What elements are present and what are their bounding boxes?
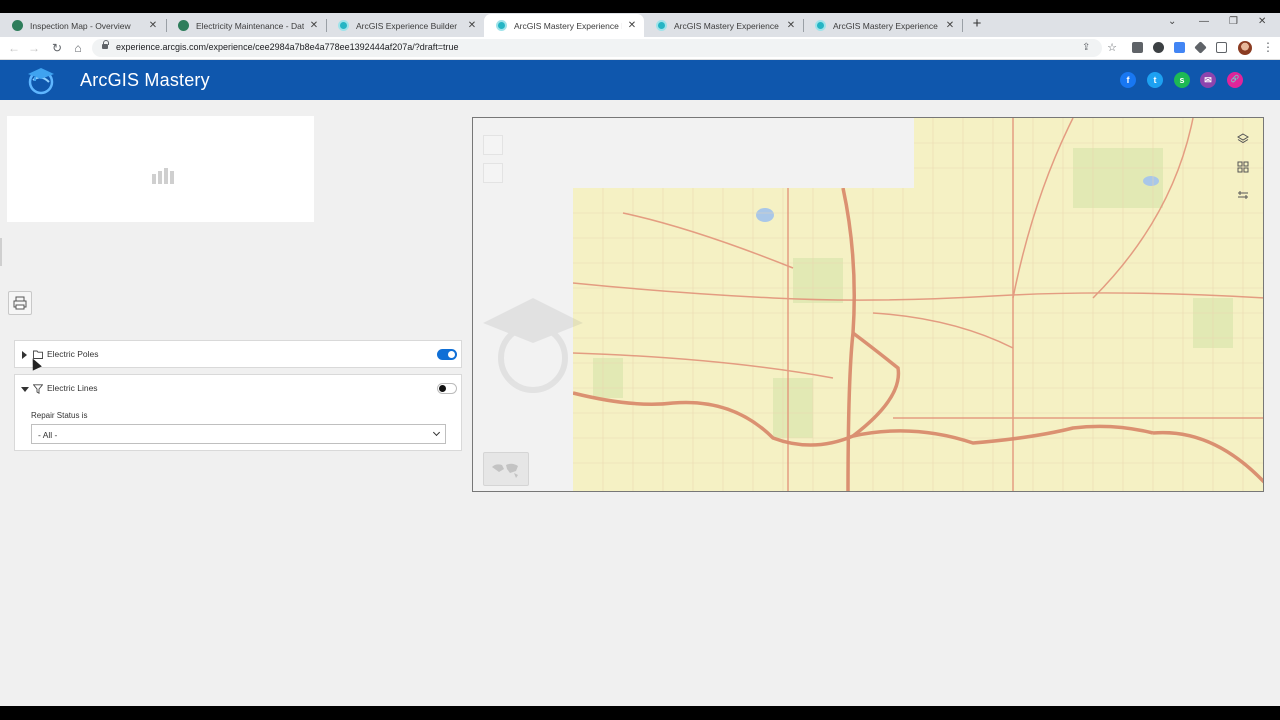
experience-builder-icon: [496, 20, 507, 31]
layer-visibility-toggle[interactable]: [437, 383, 457, 394]
extension-icon[interactable]: [1132, 42, 1143, 53]
chevron-down-icon: [432, 428, 441, 437]
extension-icon[interactable]: [1174, 42, 1185, 53]
url-text: experience.arcgis.com/experience/cee2984…: [116, 42, 459, 52]
facebook-icon[interactable]: f: [1120, 72, 1136, 88]
collapsed-panel-handle[interactable]: [0, 238, 2, 266]
map-widget[interactable]: [472, 117, 1264, 492]
browser-tab-active[interactable]: ArcGIS Mastery Experience Builder ✕: [484, 14, 644, 37]
tab-title: Electricity Maintenance - Data: [196, 20, 304, 31]
browser-tab[interactable]: ArcGIS Mastery Experience Builder ✕: [644, 14, 803, 37]
arcgis-mastery-logo: [28, 68, 54, 95]
printer-icon: [13, 296, 27, 310]
new-tab-button[interactable]: +: [970, 15, 984, 33]
media-icon[interactable]: [1216, 42, 1227, 53]
expand-arrow-icon[interactable]: [22, 351, 27, 359]
browser-tab[interactable]: ArcGIS Experience Builder ✕: [326, 14, 484, 37]
share-icon[interactable]: ⇪: [1082, 42, 1090, 53]
menu-icon[interactable]: ⋮: [1262, 40, 1274, 54]
profile-avatar[interactable]: [1238, 41, 1252, 55]
filter-icon: [33, 384, 43, 394]
repair-status-select[interactable]: - All -: [31, 424, 446, 444]
address-bar[interactable]: experience.arcgis.com/experience/cee2984…: [92, 39, 1102, 57]
close-icon[interactable]: ✕: [466, 20, 478, 31]
street-map[interactable]: [473, 118, 1264, 492]
app-title: ArcGIS Mastery: [80, 70, 210, 90]
lock-icon: [102, 40, 109, 51]
twitter-icon[interactable]: t: [1147, 72, 1163, 88]
close-icon[interactable]: ✕: [308, 20, 320, 31]
legend-icon[interactable]: [1233, 157, 1253, 177]
browser-tab[interactable]: Inspection Map - Overview ✕: [0, 14, 165, 37]
close-icon[interactable]: ✕: [147, 20, 159, 31]
screen-bottom-bar: [0, 706, 1280, 720]
zoom-in-button[interactable]: [483, 135, 503, 155]
reload-icon[interactable]: ↻: [49, 40, 65, 56]
restore-icon[interactable]: ❐: [1229, 16, 1238, 27]
basemap-gallery-button[interactable]: [483, 452, 529, 486]
experience-builder-icon: [656, 20, 667, 31]
tab-title: ArcGIS Mastery Experience Builder: [674, 20, 781, 31]
globe-icon: [178, 20, 189, 31]
minimize-icon[interactable]: —: [1199, 16, 1209, 27]
layer-name: Electric Poles: [47, 349, 99, 359]
zoom-out-button[interactable]: [483, 163, 503, 183]
back-icon[interactable]: ←: [6, 40, 22, 56]
close-icon[interactable]: ✕: [785, 20, 797, 31]
layers-icon[interactable]: [1233, 129, 1253, 149]
puzzle-icon[interactable]: [1194, 41, 1207, 54]
collapse-arrow-icon[interactable]: [21, 387, 29, 392]
tab-title: ArcGIS Experience Builder: [356, 20, 458, 31]
email-icon[interactable]: ✉: [1200, 72, 1216, 88]
link-icon[interactable]: 🔗: [1227, 72, 1243, 88]
close-icon[interactable]: ✕: [626, 20, 638, 31]
print-button[interactable]: [8, 291, 32, 315]
bookmark-star-icon[interactable]: ☆: [1104, 40, 1120, 56]
world-map-icon: [492, 463, 518, 478]
browser-tab[interactable]: Electricity Maintenance - Data ✕: [166, 14, 326, 37]
tab-title: Inspection Map - Overview: [30, 20, 131, 31]
sharepoint-icon[interactable]: s: [1174, 72, 1190, 88]
layer-item-electric-lines[interactable]: Electric Lines Repair Status is - All -: [14, 374, 462, 451]
experience-builder-icon: [338, 20, 349, 31]
layer-filter-panel: Electric Poles Electric Lines Repair Sta…: [14, 340, 462, 452]
extension-icon[interactable]: [1153, 42, 1164, 53]
loading-indicator-icon: [152, 168, 174, 184]
window-close-icon[interactable]: ✕: [1258, 16, 1266, 27]
tab-separator: [962, 19, 963, 32]
tab-search-icon[interactable]: ⌄: [1168, 16, 1176, 27]
app-header: ArcGIS Mastery: [0, 60, 1280, 100]
layer-visibility-toggle[interactable]: [437, 349, 457, 360]
basemap-toggle-icon[interactable]: [1233, 185, 1253, 205]
tab-title: ArcGIS Mastery Experience Builder: [833, 20, 940, 31]
browser-toolbar: ← → ↻ ⌂ experience.arcgis.com/experience…: [0, 37, 1280, 60]
tab-title: ArcGIS Mastery Experience Builder: [514, 20, 622, 31]
browser-tab[interactable]: ArcGIS Mastery Experience Builder ✕: [803, 14, 962, 37]
screen-top-bar: [0, 0, 1280, 13]
layer-item-electric-poles[interactable]: Electric Poles: [14, 340, 462, 368]
home-icon[interactable]: ⌂: [70, 40, 86, 56]
close-icon[interactable]: ✕: [944, 20, 956, 31]
layer-name: Electric Lines: [47, 383, 98, 393]
screen: { "browser": { "tabs": [ {"title": "Insp…: [0, 0, 1280, 720]
filter-label: Repair Status is: [31, 411, 88, 420]
globe-icon: [12, 20, 23, 31]
experience-builder-icon: [815, 20, 826, 31]
forward-icon[interactable]: →: [26, 40, 42, 56]
select-value: - All -: [38, 430, 58, 440]
